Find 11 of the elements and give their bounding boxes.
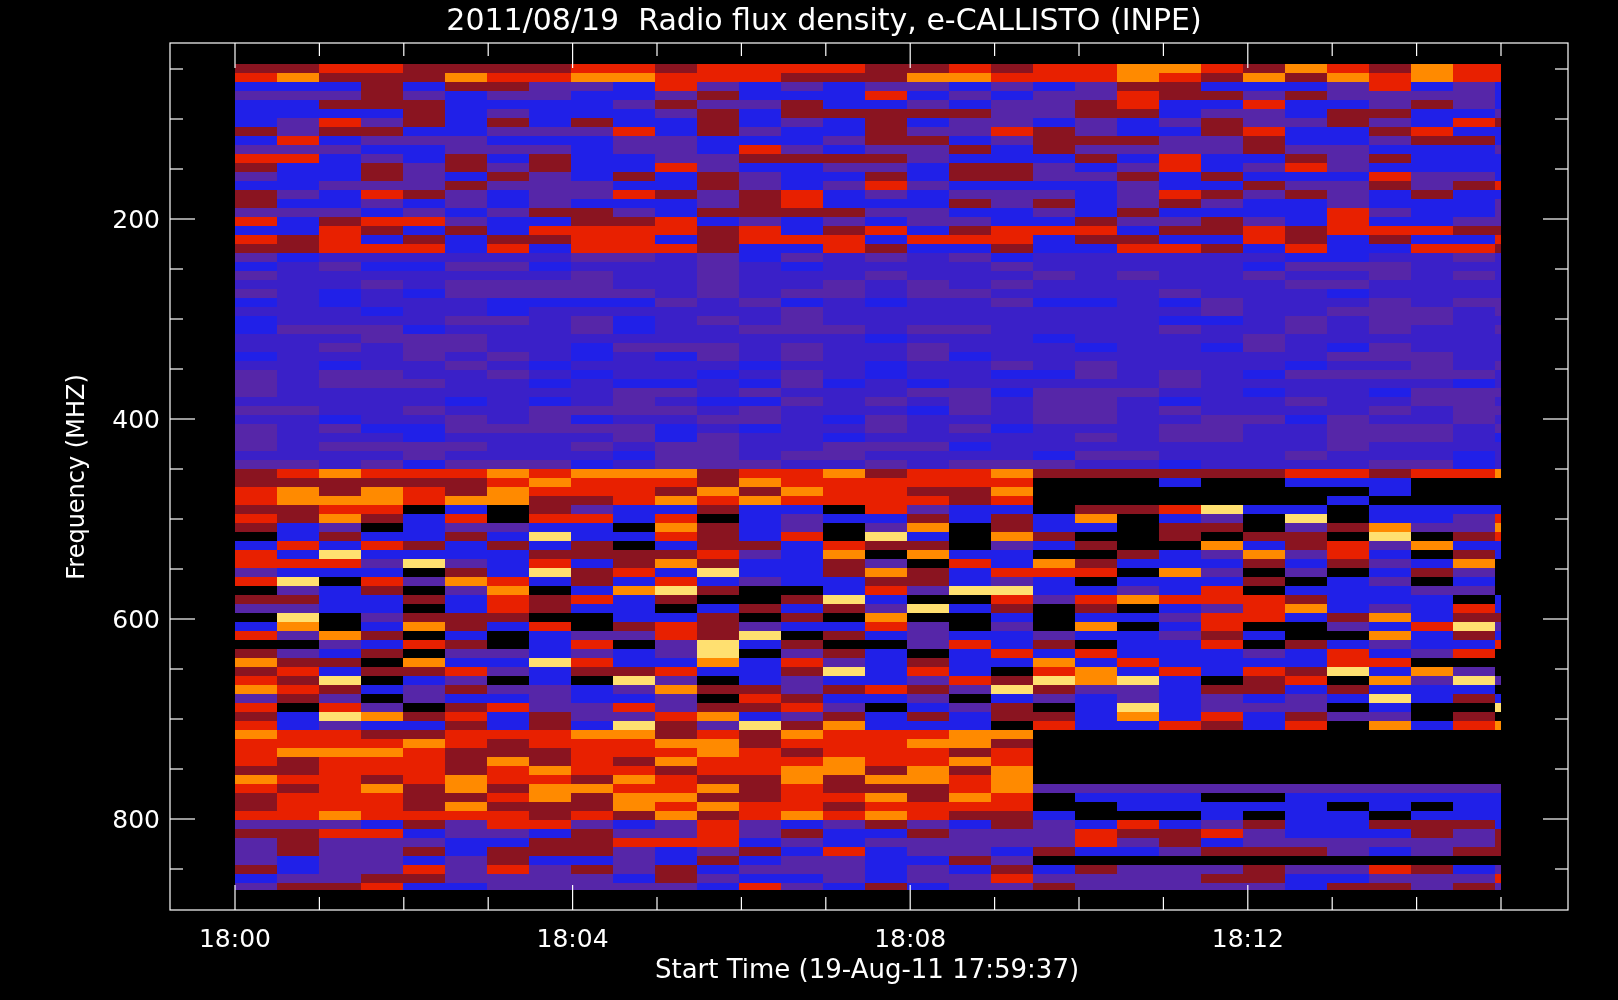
tick-label: 18:12 xyxy=(1211,924,1284,953)
axis-label: Frequency (MHZ) xyxy=(62,374,90,580)
plot-title: 2011/08/19 Radio flux density, e-CALLISTO (INPE) xyxy=(446,5,1202,35)
tick-label: 600 xyxy=(112,605,160,634)
axis-label: Start Time (19-Aug-11 17:59:37) xyxy=(654,954,1080,984)
tick-label: 800 xyxy=(112,805,160,834)
tick-label: 18:00 xyxy=(199,924,271,953)
tick-label: 18:08 xyxy=(874,924,947,953)
tick-label: 18:04 xyxy=(536,924,609,953)
tick-label: 200 xyxy=(112,205,160,234)
tick-label: 400 xyxy=(112,405,160,434)
